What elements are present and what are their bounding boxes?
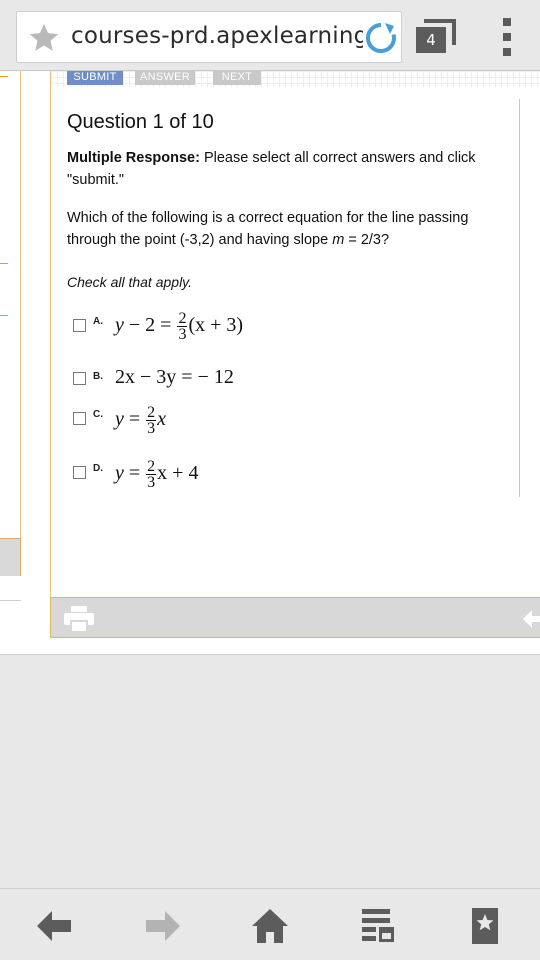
arrow-forward-icon[interactable] (142, 907, 182, 945)
option-letter: D. (93, 463, 103, 474)
sidebar-marker (0, 315, 8, 316)
sidebar-tab[interactable] (0, 538, 21, 576)
reload-icon[interactable] (363, 20, 399, 56)
left-sidebar-edge (0, 71, 21, 576)
tabs-button[interactable]: 4 (416, 19, 456, 53)
option-equation: y = 23x (115, 404, 167, 437)
home-icon[interactable] (250, 907, 290, 945)
web-page: SUBMIT ANSWER NEXT Question 1 of 10 Mult… (0, 71, 540, 655)
option-letter: B. (93, 371, 103, 382)
sidebar-marker (0, 76, 8, 77)
divider (519, 99, 520, 497)
address-bar[interactable]: courses-prd.apexlearning (16, 11, 402, 63)
panel-toolbar (50, 597, 540, 638)
option-equation: y = 23x + 4 (115, 458, 199, 491)
browser-toolbar: courses-prd.apexlearning 4 (0, 0, 540, 71)
divider (0, 600, 21, 601)
check-all-hint: Check all that apply. (67, 274, 193, 290)
question-text: Which of the following is a correct equa… (67, 207, 507, 251)
question-instructions: Multiple Response: Please select all cor… (67, 147, 507, 191)
submit-button[interactable]: SUBMIT (67, 71, 123, 85)
star-icon[interactable] (27, 21, 61, 55)
print-icon[interactable] (64, 606, 94, 632)
answer-button[interactable]: ANSWER (135, 71, 195, 85)
divider (0, 654, 540, 655)
answer-option-b[interactable]: B. 2x − 3y = − 12 (73, 362, 373, 402)
bottom-navigation (0, 888, 540, 960)
option-equation: y − 2 = 2 3 (x + 3) (115, 310, 244, 343)
bookmarks-icon[interactable] (466, 907, 506, 945)
answer-option-c[interactable]: C. y = 23x (73, 403, 373, 443)
option-letter: A. (93, 316, 103, 327)
question-title: Question 1 of 10 (67, 111, 214, 133)
checkbox-d[interactable] (73, 466, 86, 479)
question-text-start: Which of the following is a correct equa… (67, 210, 469, 248)
answer-option-d[interactable]: D. y = 23x + 4 (73, 456, 373, 496)
question-panel: SUBMIT ANSWER NEXT Question 1 of 10 Mult… (50, 71, 540, 597)
reading-list-icon[interactable] (358, 907, 398, 945)
slope-variable: m (332, 232, 345, 248)
sidebar-marker (0, 263, 8, 264)
tab-count: 4 (416, 27, 446, 53)
question-type-label: Multiple Response: (67, 150, 200, 166)
url-text[interactable]: courses-prd.apexlearning (71, 23, 363, 49)
checkbox-a[interactable] (73, 319, 86, 332)
arrow-back-icon[interactable] (35, 907, 75, 945)
next-button[interactable]: NEXT (213, 71, 261, 85)
overflow-menu-icon[interactable] (497, 18, 519, 56)
option-equation: 2x − 3y = − 12 (115, 366, 234, 388)
question-text-end: = 2/3? (344, 232, 390, 248)
checkbox-b[interactable] (73, 372, 86, 385)
answer-option-a[interactable]: A. y − 2 = 2 3 (x + 3) (73, 309, 373, 349)
checkbox-c[interactable] (73, 412, 86, 425)
option-letter: C. (93, 409, 103, 420)
arrow-left-icon[interactable] (523, 610, 540, 628)
grid-background (51, 71, 540, 87)
